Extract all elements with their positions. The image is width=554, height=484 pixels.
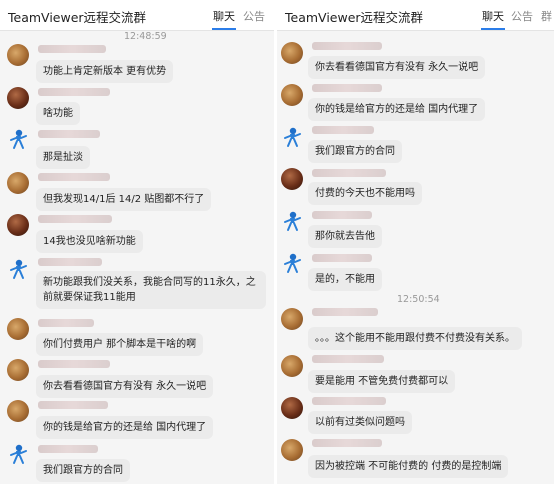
message-bubble[interactable]: 付费的今天也不能用吗	[308, 182, 422, 205]
chat-panel-left: 12:48:59 功能上肯定新版本 更有优势 啥功能 那是扯淡 但我发现14/1…	[0, 0, 274, 484]
message-list[interactable]: 你去看看德国官方有没有 永久一说吧 你的钱是给官方的还是给 国内代理了 我们跟官…	[277, 0, 554, 484]
dog-avatar[interactable]	[7, 44, 29, 66]
message-bubble[interactable]: 要是能用 不管免费付费都可以	[308, 370, 456, 393]
message-bubble[interactable]: 以前有过类似问题吗	[308, 411, 412, 434]
sender-name	[38, 130, 100, 138]
chat-header: TeamViewer远程交流群 聊天 公告	[0, 0, 274, 31]
tab-announcement[interactable]: 公告	[243, 8, 265, 24]
sender-name	[312, 355, 384, 363]
dog-avatar[interactable]	[7, 318, 29, 340]
message-bubble[interactable]: 你的钱是给官方的还是给 国内代理了	[308, 98, 486, 121]
message-bubble[interactable]: 我们跟官方的合同	[36, 459, 130, 482]
dark-avatar[interactable]	[7, 214, 29, 236]
message-bubble[interactable]: 你去看看德国官方有没有 永久一说吧	[36, 375, 214, 398]
dog-avatar[interactable]	[7, 359, 29, 381]
dog-avatar[interactable]	[281, 42, 303, 64]
message-bubble[interactable]: 14我也没见啥新功能	[36, 230, 143, 253]
message-bubble[interactable]: 功能上肯定新版本 更有优势	[36, 60, 174, 83]
tab-announcement[interactable]: 公告	[511, 8, 533, 24]
sender-name	[312, 439, 382, 447]
sender-name	[312, 254, 372, 262]
dog-avatar[interactable]	[7, 172, 29, 194]
sender-name	[312, 126, 374, 134]
teamviewer-avatar[interactable]	[7, 258, 29, 280]
dog-avatar[interactable]	[281, 84, 303, 106]
teamviewer-avatar[interactable]	[7, 128, 29, 150]
sender-name	[312, 308, 378, 316]
message-bubble[interactable]: 因为被控端 不可能付费的 付费的是控制端	[308, 455, 509, 478]
message-list[interactable]: 12:48:59 功能上肯定新版本 更有优势 啥功能 那是扯淡 但我发现14/1…	[0, 0, 274, 484]
message-bubble[interactable]: 你的钱是给官方的还是给 国内代理了	[36, 416, 214, 439]
message-bubble[interactable]: 是的，不能用	[308, 268, 382, 291]
sender-name	[312, 169, 386, 177]
message-bubble[interactable]: 你去看看德国官方有没有 永久一说吧	[308, 56, 486, 79]
dog-avatar[interactable]	[281, 439, 303, 461]
message-bubble[interactable]: 那是扯淡	[36, 146, 90, 169]
tab-chat[interactable]: 聊天	[481, 8, 505, 30]
message-bubble[interactable]: 但我发现14/1后 14/2 贴图都不行了	[36, 188, 212, 211]
message-bubble[interactable]: 你们付费用户 那个脚本是干啥的啊	[36, 333, 204, 356]
dark-avatar[interactable]	[281, 397, 303, 419]
window-title: TeamViewer远程交流群	[285, 10, 424, 25]
chat-header: TeamViewer远程交流群 聊天 公告 群	[277, 0, 554, 31]
sender-name	[312, 211, 372, 219]
message-bubble[interactable]: 啥功能	[36, 102, 80, 125]
message-bubble[interactable]: 我们跟官方的合同	[308, 140, 402, 163]
tab-group[interactable]: 群	[541, 8, 552, 24]
dark-avatar[interactable]	[281, 168, 303, 190]
message-bubble[interactable]: 新功能跟我们没关系，我能合同写的11永久，之前就要保证我11能用	[36, 271, 266, 309]
dog-avatar[interactable]	[281, 308, 303, 330]
dog-avatar[interactable]	[281, 355, 303, 377]
teamviewer-avatar[interactable]	[281, 252, 303, 274]
sender-name	[312, 84, 382, 92]
sender-name	[38, 401, 108, 409]
chat-panel-right: 你去看看德国官方有没有 永久一说吧 你的钱是给官方的还是给 国内代理了 我们跟官…	[277, 0, 554, 484]
sender-name	[312, 397, 386, 405]
message-bubble[interactable]: 那你就去告他	[308, 225, 382, 248]
sender-name	[38, 45, 106, 53]
dark-avatar[interactable]	[7, 87, 29, 109]
teamviewer-avatar[interactable]	[7, 443, 29, 465]
window-title: TeamViewer远程交流群	[8, 10, 147, 25]
sender-name	[312, 42, 382, 50]
sender-name	[38, 88, 110, 96]
sender-name	[38, 445, 98, 453]
sender-name	[38, 258, 102, 266]
sender-name	[38, 360, 110, 368]
tab-chat[interactable]: 聊天	[212, 8, 236, 30]
message-bubble[interactable]: 。。。这个能用不能用跟付费不付费没有关系。	[308, 327, 522, 350]
sender-name	[38, 215, 112, 223]
sender-name	[38, 319, 94, 327]
sender-name	[38, 173, 110, 181]
dog-avatar[interactable]	[7, 400, 29, 422]
teamviewer-avatar[interactable]	[281, 210, 303, 232]
timestamp: 12:48:59	[124, 31, 167, 42]
timestamp: 12:50:54	[397, 294, 440, 305]
teamviewer-avatar[interactable]	[281, 126, 303, 148]
